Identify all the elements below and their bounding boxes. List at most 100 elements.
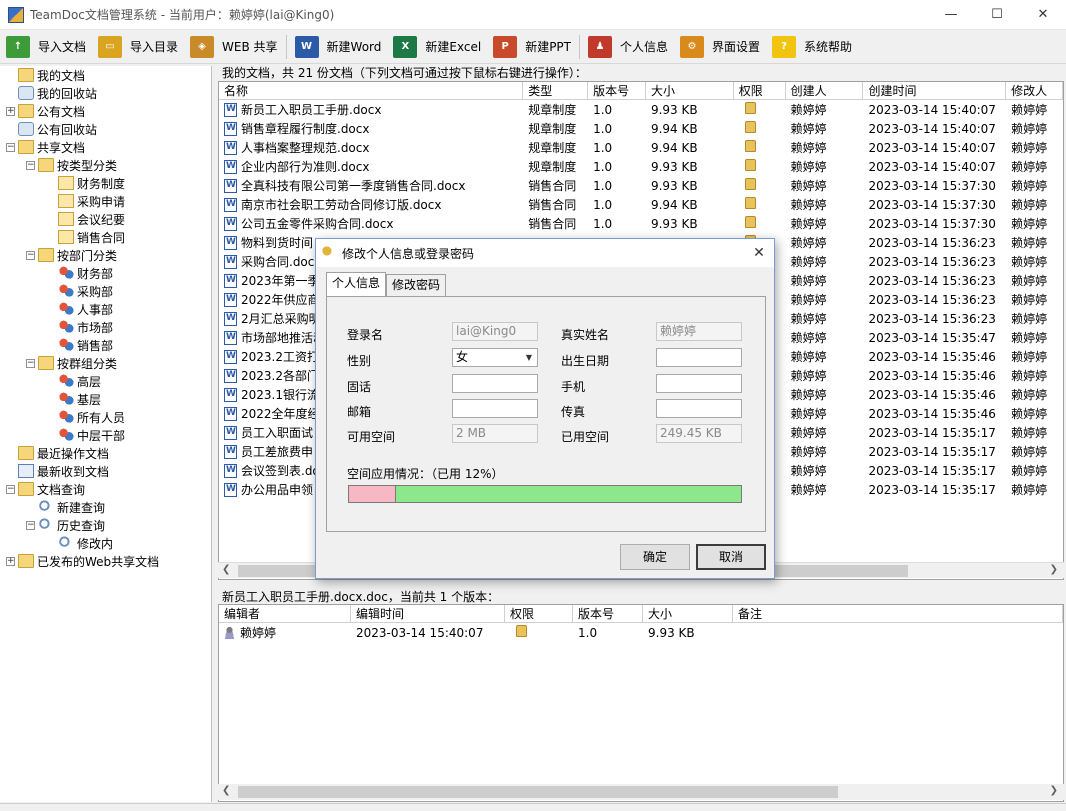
tree-item[interactable]: 财务制度 xyxy=(0,174,211,192)
table-row[interactable]: 新员工入职员工手册.docx 规章制度 1.0 9.93 KB 赖婷婷 2023-03-1… xyxy=(219,100,1063,119)
tree-item[interactable]: − 按群组分类 xyxy=(0,354,211,372)
tree-item[interactable]: 修改内 xyxy=(0,534,211,552)
close-window-button[interactable]: ✕ xyxy=(1020,0,1066,30)
toolbar-button-7[interactable]: ⚙ 界面设置 xyxy=(674,32,766,62)
used-space-field: 249.45 KB xyxy=(656,424,742,443)
birthday-field[interactable] xyxy=(656,348,742,367)
collapse-icon[interactable]: − xyxy=(26,250,35,260)
toolbar-button-2[interactable]: ◈ WEB 共享 xyxy=(184,32,284,62)
column-header[interactable]: 版本号 xyxy=(573,605,643,622)
toolbar-button-0[interactable]: ↑ 导入文档 xyxy=(0,32,92,62)
lock-icon xyxy=(744,197,756,209)
mod-cell: 赖婷婷 xyxy=(1011,293,1048,307)
expand-icon[interactable]: + xyxy=(6,556,15,566)
column-header[interactable]: 编辑时间 xyxy=(351,605,505,622)
real-name-field[interactable]: 赖婷婷 xyxy=(656,322,742,341)
tree-item[interactable]: 中层干部 xyxy=(0,426,211,444)
table-row[interactable]: 全真科技有限公司第一季度销售合同.docx 销售合同 1.0 9.93 KB 赖婷婷 20… xyxy=(219,176,1063,195)
tree-item[interactable]: − 共享文档 xyxy=(0,138,211,156)
tab-change-password[interactable]: 修改密码 xyxy=(386,274,447,296)
tree-item[interactable]: 所有人员 xyxy=(0,408,211,426)
tree-item[interactable]: 高层 xyxy=(0,372,211,390)
collapse-icon[interactable]: − xyxy=(6,142,15,152)
tree-item[interactable]: − 文档查询 xyxy=(0,480,211,498)
tree-item[interactable]: 会议纪要 xyxy=(0,210,211,228)
maximize-button[interactable]: ☐ xyxy=(974,0,1020,30)
ok-button[interactable]: 确定 xyxy=(620,544,690,570)
tab-personal-info[interactable]: 个人信息 xyxy=(326,272,387,296)
tree-item[interactable]: − 按部门分类 xyxy=(0,246,211,264)
collapse-icon[interactable]: − xyxy=(26,160,35,170)
tree-item[interactable]: 财务部 xyxy=(0,264,211,282)
tree-item-label: 文档查询 xyxy=(37,482,86,497)
toolbar-button-6[interactable]: ♟ 个人信息 xyxy=(582,32,674,62)
collapse-icon[interactable]: − xyxy=(26,520,35,530)
table-row[interactable]: 企业内部行为准则.docx 规章制度 1.0 9.93 KB 赖婷婷 2023-03-14… xyxy=(219,157,1063,176)
tree-item[interactable]: 采购申请 xyxy=(0,192,211,210)
tree-item[interactable]: 销售合同 xyxy=(0,228,211,246)
column-header[interactable]: 大小 xyxy=(646,82,734,99)
collapse-icon[interactable]: − xyxy=(6,484,15,494)
column-header[interactable]: 创建人 xyxy=(786,82,864,99)
expand-icon[interactable]: + xyxy=(6,106,15,116)
column-header[interactable]: 修改人 xyxy=(1006,82,1063,99)
column-header[interactable]: 备注 xyxy=(733,605,1063,622)
tree-item[interactable]: 采购部 xyxy=(0,282,211,300)
tree-item[interactable]: + 公有文档 xyxy=(0,102,211,120)
size-cell: 9.94 KB xyxy=(650,197,698,212)
mod-cell: 赖婷婷 xyxy=(1011,236,1048,250)
scrollbar-thumb[interactable] xyxy=(238,786,838,798)
search-icon xyxy=(58,536,74,550)
collapse-icon[interactable]: − xyxy=(26,358,35,368)
chevron-down-icon[interactable]: ▼ xyxy=(521,349,537,366)
scroll-left-icon[interactable]: ❮ xyxy=(222,785,230,796)
column-header[interactable]: 权限 xyxy=(734,82,786,99)
tree-item[interactable]: 销售部 xyxy=(0,336,211,354)
column-header[interactable]: 大小 xyxy=(643,605,733,622)
version-row[interactable]: 赖婷婷 2023-03-14 15:40:07 1.0 9.93 KB xyxy=(219,623,1063,642)
dialog-close-button[interactable]: ✕ xyxy=(744,245,774,261)
tree-item[interactable]: − 按类型分类 xyxy=(0,156,211,174)
table-row[interactable]: 人事档案整理规范.docx 规章制度 1.0 9.94 KB 赖婷婷 2023-03-14… xyxy=(219,138,1063,157)
fax-field[interactable] xyxy=(656,399,742,418)
scroll-right-icon[interactable]: ❯ xyxy=(1050,564,1058,575)
scroll-left-icon[interactable]: ❮ xyxy=(222,564,230,575)
column-header[interactable]: 类型 xyxy=(523,82,589,99)
tree-item[interactable]: 最近操作文档 xyxy=(0,444,211,462)
mobile-field[interactable] xyxy=(656,374,742,393)
toolbar-button-1[interactable]: ▭ 导入目录 xyxy=(92,32,184,62)
tree-item[interactable]: 我的文档 xyxy=(0,66,211,84)
login-name-field[interactable]: lai@King0 xyxy=(452,322,538,341)
tree-item[interactable]: − 历史查询 xyxy=(0,516,211,534)
cancel-button[interactable]: 取消 xyxy=(696,544,766,570)
tree-item[interactable]: 最新收到文档 xyxy=(0,462,211,480)
tree-item[interactable]: 市场部 xyxy=(0,318,211,336)
toolbar-button-8[interactable]: ? 系统帮助 xyxy=(766,32,858,62)
document-list-title: 我的文档，共 21 份文档（下列文档可通过按下鼠标右键进行操作）： xyxy=(222,66,587,80)
tree-item[interactable]: 基层 xyxy=(0,390,211,408)
version-list-hscrollbar[interactable]: ❮ ❯ xyxy=(218,784,1064,800)
minimize-button[interactable]: — xyxy=(928,0,974,30)
tree-item[interactable]: 我的回收站 xyxy=(0,84,211,102)
column-header[interactable]: 权限 xyxy=(505,605,573,622)
table-row[interactable]: 公司五金零件采购合同.docx 销售合同 1.0 9.93 KB 赖婷婷 2023-03-… xyxy=(219,214,1063,233)
table-row[interactable]: 南京市社会职工劳动合同修订版.docx 销售合同 1.0 9.94 KB 赖婷婷 2023… xyxy=(219,195,1063,214)
email-field[interactable] xyxy=(452,399,538,418)
column-header[interactable]: 名称 xyxy=(219,82,524,99)
gender-select[interactable]: 女 ▼ xyxy=(452,348,538,367)
toolbar-button-4[interactable]: X 新建Excel xyxy=(387,32,487,62)
table-row[interactable]: 销售章程履行制度.docx 规章制度 1.0 9.94 KB 赖婷婷 2023-03-14… xyxy=(219,119,1063,138)
toolbar-button-5[interactable]: P 新建PPT xyxy=(487,32,577,62)
tree-item[interactable]: 公有回收站 xyxy=(0,120,211,138)
tree-item[interactable]: + 已发布的Web共享文档 xyxy=(0,552,211,570)
file-name-cell: 新员工入职员工手册.docx xyxy=(219,101,523,118)
toolbar-button-3[interactable]: W 新建Word xyxy=(289,32,388,62)
phone-field[interactable] xyxy=(452,374,538,393)
column-header[interactable]: 版本号 xyxy=(588,82,646,99)
tree-item[interactable]: 人事部 xyxy=(0,300,211,318)
tree-item[interactable]: 新建查询 xyxy=(0,498,211,516)
tree-item-label: 基层 xyxy=(77,392,102,407)
column-header[interactable]: 编辑者 xyxy=(219,605,351,622)
scroll-right-icon[interactable]: ❯ xyxy=(1050,785,1058,796)
column-header[interactable]: 创建时间 xyxy=(863,82,1007,99)
